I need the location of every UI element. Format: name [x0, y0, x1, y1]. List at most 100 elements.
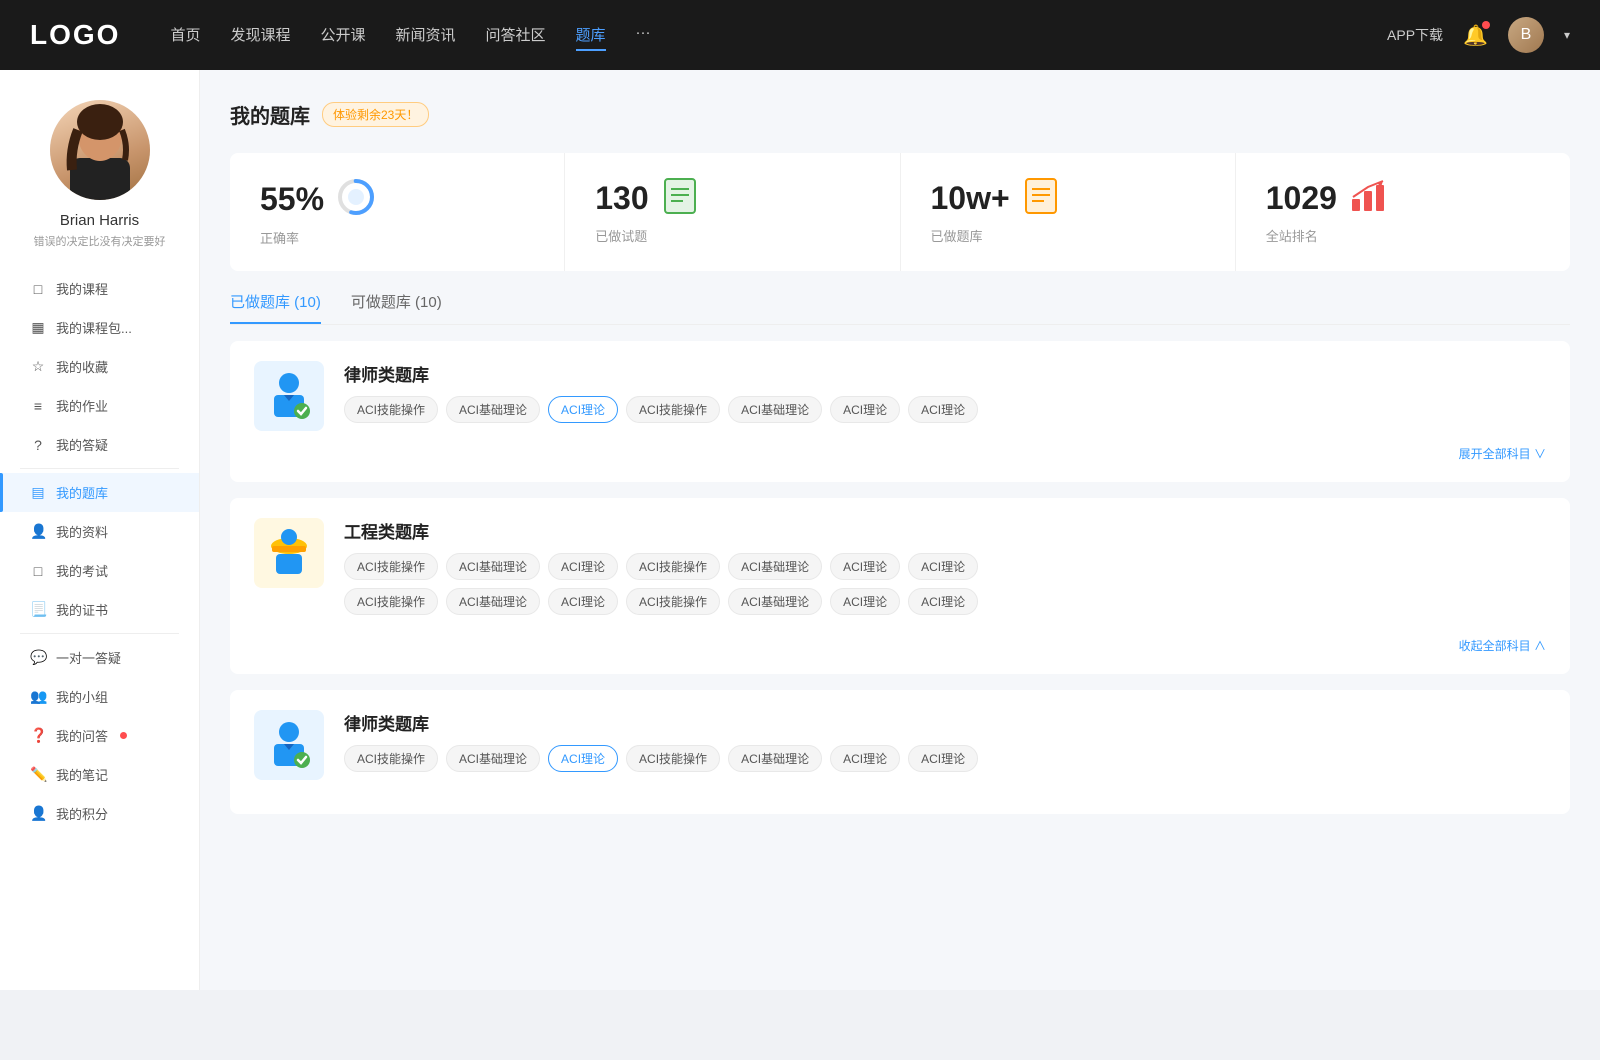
tag[interactable]: ACI基础理论 [446, 588, 540, 615]
app-download-button[interactable]: APP下载 [1387, 25, 1443, 45]
qbank-icon-engineer1 [254, 518, 324, 588]
course-icon: □ [30, 281, 46, 297]
tag[interactable]: ACI理论 [908, 396, 978, 423]
tag[interactable]: ACI理论 [830, 553, 900, 580]
stat-correct-rate: 55% 正确率 [230, 153, 565, 271]
user-dropdown-arrow[interactable]: ▾ [1564, 28, 1570, 42]
notification-dot [1482, 21, 1490, 29]
trial-badge: 体验剩余23天！ [322, 102, 429, 127]
sidebar: Brian Harris 错误的决定比没有决定要好 □ 我的课程 ▦ 我的课程包… [0, 70, 200, 990]
sidebar-divider-1 [20, 468, 179, 469]
tag[interactable]: ACI理论 [908, 745, 978, 772]
nav-discover[interactable]: 发现课程 [230, 20, 290, 51]
tag[interactable]: ACI理论 [830, 745, 900, 772]
qbank-icon-lawyer1 [254, 361, 324, 431]
tag[interactable]: ACI理论 [548, 553, 618, 580]
sidebar-item-qbank[interactable]: ▤ 我的题库 [0, 473, 199, 512]
qbank-footer-lawyer1: 展开全部科目 ∨ [254, 445, 1546, 462]
stat-label-correct: 正确率 [260, 228, 534, 247]
engineer-icon [264, 526, 314, 581]
nav-qa[interactable]: 问答社区 [486, 20, 546, 51]
sidebar-item-course-package[interactable]: ▦ 我的课程包... [0, 308, 199, 347]
tag-active[interactable]: ACI理论 [548, 745, 618, 772]
tag[interactable]: ACI技能操作 [344, 745, 438, 772]
stat-label-banks: 已做题库 [931, 226, 1205, 245]
sidebar-item-profile[interactable]: 👤 我的资料 [0, 512, 199, 551]
tag[interactable]: ACI技能操作 [344, 396, 438, 423]
tag[interactable]: ACI基础理论 [728, 396, 822, 423]
tags-section-lawyer2: 律师类题库 ACI技能操作 ACI基础理论 ACI理论 ACI技能操作 ACI基… [344, 710, 1546, 772]
tag[interactable]: ACI技能操作 [626, 588, 720, 615]
tag[interactable]: ACI技能操作 [344, 553, 438, 580]
notification-button[interactable]: 🔔 [1463, 23, 1488, 48]
sidebar-item-homework[interactable]: ≡ 我的作业 [0, 386, 199, 425]
qbank-card-engineer1: 工程类题库 ACI技能操作 ACI基础理论 ACI理论 ACI技能操作 ACI基… [230, 498, 1570, 674]
sidebar-item-certificate[interactable]: 📃 我的证书 [0, 590, 199, 629]
tag[interactable]: ACI技能操作 [626, 745, 720, 772]
stat-value-done: 130 [595, 180, 648, 217]
nav-open-course[interactable]: 公开课 [320, 20, 365, 51]
tag[interactable]: ACI技能操作 [626, 553, 720, 580]
page-title: 我的题库 [230, 100, 310, 129]
tag[interactable]: ACI理论 [548, 588, 618, 615]
sidebar-item-qa[interactable]: ? 我的答疑 [0, 425, 199, 464]
stat-label-rank: 全站排名 [1266, 226, 1540, 245]
lawyer-icon-2 [264, 718, 314, 773]
avatar-image [50, 100, 150, 200]
navbar-right: APP下载 🔔 B ▾ [1387, 17, 1570, 53]
sidebar-item-exam[interactable]: □ 我的考试 [0, 551, 199, 590]
tag[interactable]: ACI理论 [830, 588, 900, 615]
homework-icon: ≡ [30, 398, 46, 414]
qbank-title-engineer1: 工程类题库 [344, 518, 1546, 543]
qbank-card-lawyer1: 律师类题库 ACI技能操作 ACI基础理论 ACI理论 ACI技能操作 ACI基… [230, 341, 1570, 482]
notes-icon: ✏️ [30, 766, 46, 783]
tag[interactable]: ACI技能操作 [626, 396, 720, 423]
collapse-button-engineer1[interactable]: 收起全部科目 ∧ [1459, 637, 1546, 654]
qbank-icon: ▤ [30, 484, 46, 501]
sidebar-item-tutor[interactable]: 💬 一对一答疑 [0, 638, 199, 677]
stat-icon-banks [1022, 177, 1060, 220]
nav-news[interactable]: 新闻资讯 [396, 20, 456, 51]
tag[interactable]: ACI理论 [908, 553, 978, 580]
sidebar-user-name: Brian Harris [60, 212, 139, 229]
tutor-icon: 💬 [30, 649, 46, 666]
tag[interactable]: ACI基础理论 [446, 553, 540, 580]
points-icon: 👤 [30, 805, 46, 822]
nav-more[interactable]: ··· [636, 20, 651, 51]
tag[interactable]: ACI基础理论 [728, 745, 822, 772]
tag[interactable]: ACI基础理论 [446, 745, 540, 772]
stat-icon-correct [336, 177, 376, 222]
sidebar-item-notes[interactable]: ✏️ 我的笔记 [0, 755, 199, 794]
expand-button-lawyer1[interactable]: 展开全部科目 ∨ [1459, 445, 1546, 462]
sidebar-item-favorites[interactable]: ☆ 我的收藏 [0, 347, 199, 386]
tag[interactable]: ACI理论 [908, 588, 978, 615]
tag[interactable]: ACI基础理论 [728, 588, 822, 615]
tag[interactable]: ACI理论 [830, 396, 900, 423]
sidebar-item-points[interactable]: 👤 我的积分 [0, 794, 199, 833]
content-area: 我的题库 体验剩余23天！ 55% 正确率 [200, 70, 1600, 990]
profile-icon: 👤 [30, 523, 46, 540]
tags-section-engineer1: 工程类题库 ACI技能操作 ACI基础理论 ACI理论 ACI技能操作 ACI基… [344, 518, 1546, 615]
tab-done-banks[interactable]: 已做题库 (10) [230, 291, 321, 324]
sidebar-item-group[interactable]: 👥 我的小组 [0, 677, 199, 716]
tab-available-banks[interactable]: 可做题库 (10) [351, 291, 442, 324]
tags-lawyer2: ACI技能操作 ACI基础理论 ACI理论 ACI技能操作 ACI基础理论 AC… [344, 745, 1546, 772]
sidebar-item-course[interactable]: □ 我的课程 [0, 269, 199, 308]
tag[interactable]: ACI技能操作 [344, 588, 438, 615]
nav-home[interactable]: 首页 [170, 20, 200, 51]
sidebar-item-myqa[interactable]: ❓ 我的问答 [0, 716, 199, 755]
tags-lawyer1: ACI技能操作 ACI基础理论 ACI理论 ACI技能操作 ACI基础理论 AC… [344, 396, 1546, 423]
stat-done-questions: 130 已做试题 [565, 153, 900, 271]
sidebar-divider-2 [20, 633, 179, 634]
stat-icon-rank [1349, 177, 1387, 220]
tags-row1-engineer1: ACI技能操作 ACI基础理论 ACI理论 ACI技能操作 ACI基础理论 AC… [344, 553, 1546, 580]
sidebar-menu: □ 我的课程 ▦ 我的课程包... ☆ 我的收藏 ≡ 我的作业 ? 我的答疑 ▤ [0, 269, 199, 833]
logo: LOGO [30, 19, 120, 51]
qbank-icon-lawyer2 [254, 710, 324, 780]
tag[interactable]: ACI基础理论 [728, 553, 822, 580]
tag[interactable]: ACI基础理论 [446, 396, 540, 423]
tag-active[interactable]: ACI理论 [548, 396, 618, 423]
qbank-title-lawyer2: 律师类题库 [344, 710, 1546, 735]
nav-qbank[interactable]: 题库 [576, 20, 606, 51]
user-avatar-nav[interactable]: B [1508, 17, 1544, 53]
